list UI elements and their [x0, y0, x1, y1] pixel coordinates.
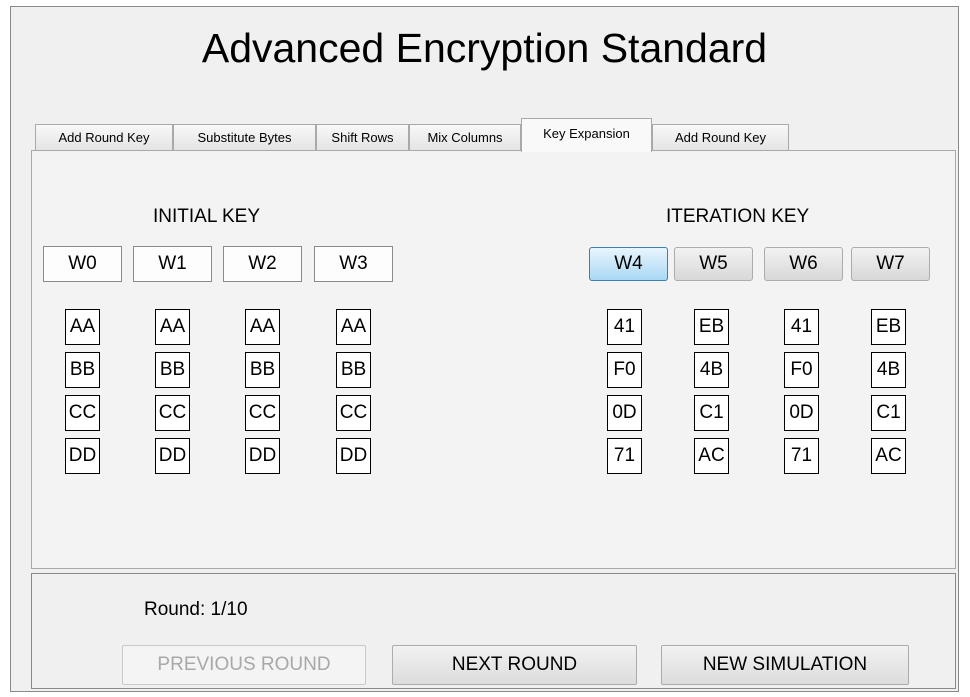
initial-byte-cell: CC — [245, 395, 280, 431]
initial-byte-cell: AA — [155, 309, 190, 345]
tab-key-expansion[interactable]: Key Expansion — [521, 118, 652, 152]
initial-byte-cell: BB — [155, 352, 190, 388]
initial-word-label: W1 — [133, 246, 212, 282]
word-button-w6[interactable]: W6 — [764, 247, 843, 281]
initial-byte-cell: CC — [65, 395, 100, 431]
initial-word-label: W2 — [223, 246, 302, 282]
iteration-byte-cell: F0 — [607, 352, 642, 388]
iteration-byte-cell: C1 — [694, 395, 729, 431]
tab-add-round-key-2[interactable]: Add Round Key — [652, 124, 789, 150]
initial-byte-cell: DD — [336, 438, 371, 474]
initial-byte-cell: AA — [245, 309, 280, 345]
tab-substitute-bytes[interactable]: Substitute Bytes — [173, 124, 316, 150]
iteration-byte-cell: 4B — [871, 352, 906, 388]
iteration-byte-cell: C1 — [871, 395, 906, 431]
iteration-byte-cell: AC — [694, 438, 729, 474]
initial-key-title: INITIAL KEY — [153, 206, 260, 227]
initial-byte-cell: BB — [336, 352, 371, 388]
initial-byte-cell: CC — [336, 395, 371, 431]
tab-shift-rows[interactable]: Shift Rows — [316, 124, 409, 150]
iteration-byte-cell: F0 — [784, 352, 819, 388]
round-controls: Round: 1/10 PREVIOUS ROUND NEXT ROUND NE… — [31, 573, 956, 689]
initial-byte-cell: BB — [65, 352, 100, 388]
initial-byte-cell: DD — [245, 438, 280, 474]
new-simulation-button[interactable]: NEW SIMULATION — [661, 645, 909, 685]
initial-byte-cell: AA — [65, 309, 100, 345]
iteration-byte-cell: 41 — [784, 309, 819, 345]
previous-round-button[interactable]: PREVIOUS ROUND — [122, 645, 366, 685]
next-round-button[interactable]: NEXT ROUND — [392, 645, 637, 685]
initial-byte-cell: CC — [155, 395, 190, 431]
initial-byte-cell: AA — [336, 309, 371, 345]
iteration-byte-cell: AC — [871, 438, 906, 474]
iteration-byte-cell: EB — [694, 309, 729, 345]
initial-byte-cell: BB — [245, 352, 280, 388]
initial-byte-cell: DD — [155, 438, 190, 474]
iteration-byte-cell: 71 — [784, 438, 819, 474]
iteration-byte-cell: 4B — [694, 352, 729, 388]
iteration-byte-cell: 71 — [607, 438, 642, 474]
iteration-byte-cell: EB — [871, 309, 906, 345]
word-button-w5[interactable]: W5 — [674, 247, 753, 281]
app-window: Advanced Encryption Standard Add Round K… — [10, 6, 959, 692]
iteration-byte-cell: 0D — [784, 395, 819, 431]
initial-byte-cell: DD — [65, 438, 100, 474]
tab-mix-columns[interactable]: Mix Columns — [409, 124, 521, 150]
key-expansion-panel: INITIAL KEY ITERATION KEY W0 W1 W2 W3 W4… — [31, 150, 956, 569]
page-title: Advanced Encryption Standard — [201, 25, 768, 71]
iteration-byte-cell: 0D — [607, 395, 642, 431]
initial-word-label: W3 — [314, 246, 393, 282]
iteration-byte-cell: 41 — [607, 309, 642, 345]
tab-add-round-key[interactable]: Add Round Key — [35, 124, 173, 150]
iteration-key-title: ITERATION KEY — [666, 206, 810, 227]
word-button-w7[interactable]: W7 — [851, 247, 930, 281]
word-button-w4[interactable]: W4 — [589, 247, 668, 281]
initial-word-label: W0 — [43, 246, 122, 282]
round-counter: Round: 1/10 — [144, 599, 248, 620]
